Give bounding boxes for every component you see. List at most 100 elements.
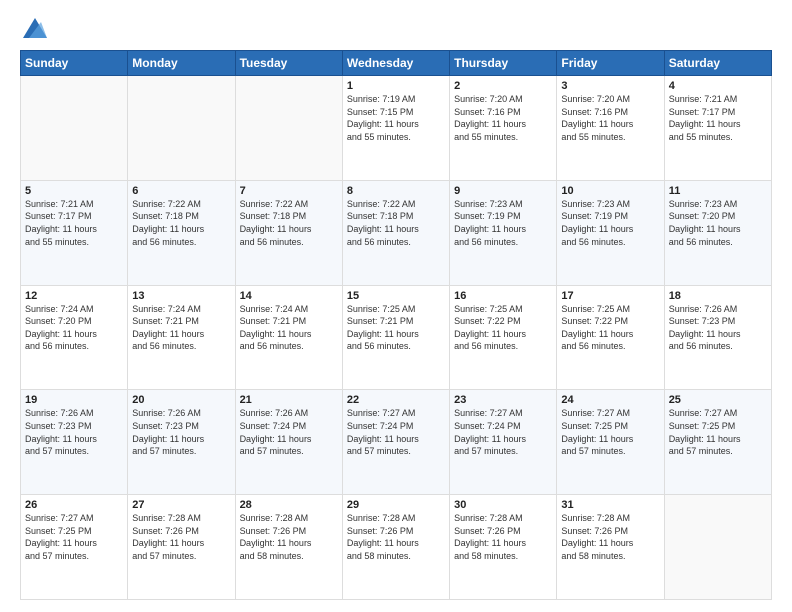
weekday-header-wednesday: Wednesday (342, 51, 449, 76)
day-info: Sunrise: 7:27 AM Sunset: 7:24 PM Dayligh… (454, 407, 552, 457)
day-number: 3 (561, 80, 659, 92)
week-row-4: 26Sunrise: 7:27 AM Sunset: 7:25 PM Dayli… (21, 495, 772, 600)
calendar-cell: 27Sunrise: 7:28 AM Sunset: 7:26 PM Dayli… (128, 495, 235, 600)
calendar-cell: 28Sunrise: 7:28 AM Sunset: 7:26 PM Dayli… (235, 495, 342, 600)
calendar-cell: 25Sunrise: 7:27 AM Sunset: 7:25 PM Dayli… (664, 390, 771, 495)
calendar-cell: 18Sunrise: 7:26 AM Sunset: 7:23 PM Dayli… (664, 285, 771, 390)
day-info: Sunrise: 7:28 AM Sunset: 7:26 PM Dayligh… (561, 512, 659, 562)
day-info: Sunrise: 7:25 AM Sunset: 7:22 PM Dayligh… (561, 303, 659, 353)
calendar-cell: 20Sunrise: 7:26 AM Sunset: 7:23 PM Dayli… (128, 390, 235, 495)
day-info: Sunrise: 7:21 AM Sunset: 7:17 PM Dayligh… (25, 198, 123, 248)
calendar-cell: 8Sunrise: 7:22 AM Sunset: 7:18 PM Daylig… (342, 180, 449, 285)
weekday-header-row: SundayMondayTuesdayWednesdayThursdayFrid… (21, 51, 772, 76)
calendar-table: SundayMondayTuesdayWednesdayThursdayFrid… (20, 50, 772, 600)
calendar-cell (21, 76, 128, 181)
day-number: 10 (561, 185, 659, 197)
calendar-cell: 13Sunrise: 7:24 AM Sunset: 7:21 PM Dayli… (128, 285, 235, 390)
day-number: 14 (240, 290, 338, 302)
calendar-cell: 29Sunrise: 7:28 AM Sunset: 7:26 PM Dayli… (342, 495, 449, 600)
calendar-cell: 17Sunrise: 7:25 AM Sunset: 7:22 PM Dayli… (557, 285, 664, 390)
calendar-cell: 12Sunrise: 7:24 AM Sunset: 7:20 PM Dayli… (21, 285, 128, 390)
day-number: 19 (25, 394, 123, 406)
logo (20, 16, 47, 40)
day-number: 5 (25, 185, 123, 197)
day-number: 21 (240, 394, 338, 406)
day-number: 20 (132, 394, 230, 406)
day-number: 8 (347, 185, 445, 197)
day-info: Sunrise: 7:20 AM Sunset: 7:16 PM Dayligh… (454, 93, 552, 143)
week-row-3: 19Sunrise: 7:26 AM Sunset: 7:23 PM Dayli… (21, 390, 772, 495)
calendar-cell: 3Sunrise: 7:20 AM Sunset: 7:16 PM Daylig… (557, 76, 664, 181)
day-number: 22 (347, 394, 445, 406)
day-number: 11 (669, 185, 767, 197)
day-number: 6 (132, 185, 230, 197)
day-number: 4 (669, 80, 767, 92)
day-info: Sunrise: 7:22 AM Sunset: 7:18 PM Dayligh… (240, 198, 338, 248)
day-info: Sunrise: 7:19 AM Sunset: 7:15 PM Dayligh… (347, 93, 445, 143)
day-info: Sunrise: 7:24 AM Sunset: 7:20 PM Dayligh… (25, 303, 123, 353)
day-info: Sunrise: 7:28 AM Sunset: 7:26 PM Dayligh… (347, 512, 445, 562)
calendar-cell: 7Sunrise: 7:22 AM Sunset: 7:18 PM Daylig… (235, 180, 342, 285)
page: SundayMondayTuesdayWednesdayThursdayFrid… (0, 0, 792, 612)
calendar-cell: 6Sunrise: 7:22 AM Sunset: 7:18 PM Daylig… (128, 180, 235, 285)
logo-icon (23, 16, 47, 40)
calendar-cell: 15Sunrise: 7:25 AM Sunset: 7:21 PM Dayli… (342, 285, 449, 390)
day-info: Sunrise: 7:26 AM Sunset: 7:23 PM Dayligh… (25, 407, 123, 457)
day-info: Sunrise: 7:22 AM Sunset: 7:18 PM Dayligh… (347, 198, 445, 248)
header (20, 16, 772, 40)
calendar-cell: 10Sunrise: 7:23 AM Sunset: 7:19 PM Dayli… (557, 180, 664, 285)
day-info: Sunrise: 7:28 AM Sunset: 7:26 PM Dayligh… (240, 512, 338, 562)
day-number: 27 (132, 499, 230, 511)
calendar-cell (235, 76, 342, 181)
weekday-header-friday: Friday (557, 51, 664, 76)
calendar-cell: 30Sunrise: 7:28 AM Sunset: 7:26 PM Dayli… (450, 495, 557, 600)
day-info: Sunrise: 7:28 AM Sunset: 7:26 PM Dayligh… (132, 512, 230, 562)
day-number: 23 (454, 394, 552, 406)
day-info: Sunrise: 7:26 AM Sunset: 7:23 PM Dayligh… (669, 303, 767, 353)
weekday-header-tuesday: Tuesday (235, 51, 342, 76)
week-row-1: 5Sunrise: 7:21 AM Sunset: 7:17 PM Daylig… (21, 180, 772, 285)
day-number: 16 (454, 290, 552, 302)
day-number: 12 (25, 290, 123, 302)
day-info: Sunrise: 7:21 AM Sunset: 7:17 PM Dayligh… (669, 93, 767, 143)
calendar-cell (664, 495, 771, 600)
day-number: 9 (454, 185, 552, 197)
day-info: Sunrise: 7:23 AM Sunset: 7:19 PM Dayligh… (454, 198, 552, 248)
day-info: Sunrise: 7:24 AM Sunset: 7:21 PM Dayligh… (240, 303, 338, 353)
day-info: Sunrise: 7:27 AM Sunset: 7:25 PM Dayligh… (561, 407, 659, 457)
day-info: Sunrise: 7:20 AM Sunset: 7:16 PM Dayligh… (561, 93, 659, 143)
weekday-header-monday: Monday (128, 51, 235, 76)
calendar-cell: 16Sunrise: 7:25 AM Sunset: 7:22 PM Dayli… (450, 285, 557, 390)
day-info: Sunrise: 7:25 AM Sunset: 7:22 PM Dayligh… (454, 303, 552, 353)
day-info: Sunrise: 7:25 AM Sunset: 7:21 PM Dayligh… (347, 303, 445, 353)
day-number: 25 (669, 394, 767, 406)
day-info: Sunrise: 7:27 AM Sunset: 7:25 PM Dayligh… (25, 512, 123, 562)
day-number: 15 (347, 290, 445, 302)
day-number: 31 (561, 499, 659, 511)
day-info: Sunrise: 7:23 AM Sunset: 7:20 PM Dayligh… (669, 198, 767, 248)
day-number: 28 (240, 499, 338, 511)
calendar-cell: 24Sunrise: 7:27 AM Sunset: 7:25 PM Dayli… (557, 390, 664, 495)
week-row-0: 1Sunrise: 7:19 AM Sunset: 7:15 PM Daylig… (21, 76, 772, 181)
calendar-cell: 11Sunrise: 7:23 AM Sunset: 7:20 PM Dayli… (664, 180, 771, 285)
day-number: 17 (561, 290, 659, 302)
day-info: Sunrise: 7:26 AM Sunset: 7:23 PM Dayligh… (132, 407, 230, 457)
day-number: 13 (132, 290, 230, 302)
day-info: Sunrise: 7:26 AM Sunset: 7:24 PM Dayligh… (240, 407, 338, 457)
day-number: 24 (561, 394, 659, 406)
calendar-cell: 21Sunrise: 7:26 AM Sunset: 7:24 PM Dayli… (235, 390, 342, 495)
day-number: 29 (347, 499, 445, 511)
day-info: Sunrise: 7:27 AM Sunset: 7:25 PM Dayligh… (669, 407, 767, 457)
day-info: Sunrise: 7:23 AM Sunset: 7:19 PM Dayligh… (561, 198, 659, 248)
day-info: Sunrise: 7:22 AM Sunset: 7:18 PM Dayligh… (132, 198, 230, 248)
calendar-cell: 4Sunrise: 7:21 AM Sunset: 7:17 PM Daylig… (664, 76, 771, 181)
weekday-header-thursday: Thursday (450, 51, 557, 76)
calendar-cell: 22Sunrise: 7:27 AM Sunset: 7:24 PM Dayli… (342, 390, 449, 495)
day-number: 26 (25, 499, 123, 511)
calendar-cell: 31Sunrise: 7:28 AM Sunset: 7:26 PM Dayli… (557, 495, 664, 600)
weekday-header-sunday: Sunday (21, 51, 128, 76)
day-number: 18 (669, 290, 767, 302)
calendar-cell: 23Sunrise: 7:27 AM Sunset: 7:24 PM Dayli… (450, 390, 557, 495)
calendar-cell: 5Sunrise: 7:21 AM Sunset: 7:17 PM Daylig… (21, 180, 128, 285)
day-info: Sunrise: 7:27 AM Sunset: 7:24 PM Dayligh… (347, 407, 445, 457)
